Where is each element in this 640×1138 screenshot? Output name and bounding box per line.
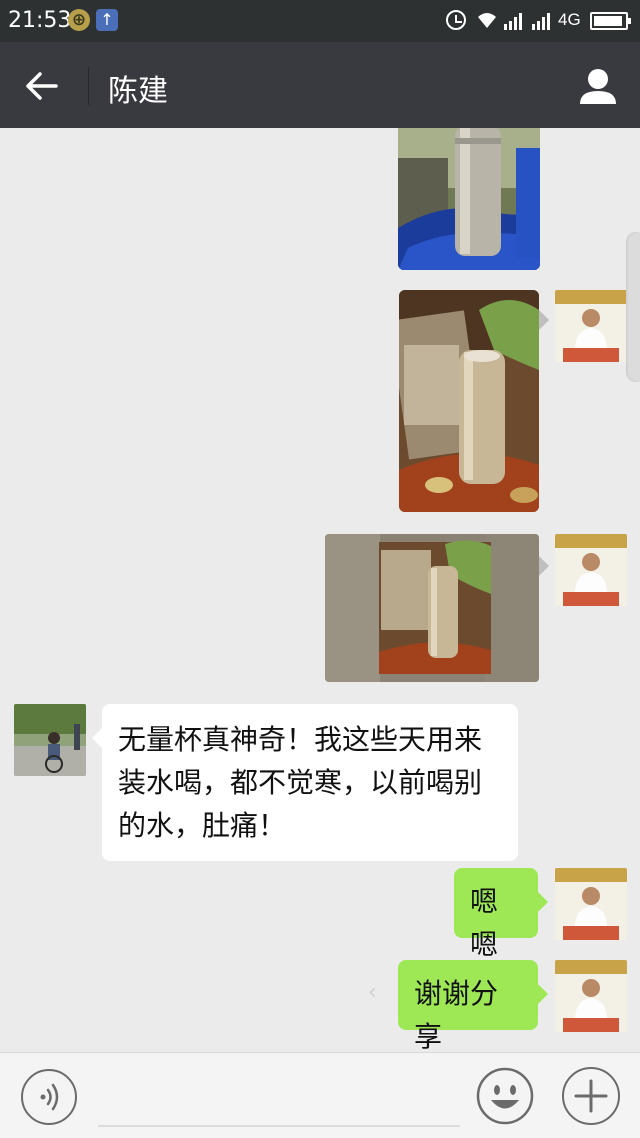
scroll-handle[interactable] (626, 232, 640, 382)
back-arrow-icon (26, 72, 58, 100)
upload-icon: ↑ (96, 9, 118, 31)
plus-icon (574, 1079, 608, 1113)
my-avatar[interactable] (555, 960, 627, 1032)
my-avatar[interactable] (555, 290, 627, 362)
back-button[interactable] (20, 64, 64, 108)
bubble-tail (539, 556, 549, 576)
outgoing-message-bubble[interactable]: 谢谢分享 (398, 960, 548, 1052)
voice-icon (40, 1083, 59, 1111)
header-divider (88, 67, 89, 105)
avatar-photo (555, 290, 627, 362)
thermos-photo (398, 128, 540, 270)
person-icon (580, 69, 616, 104)
voice-button[interactable] (21, 1069, 77, 1125)
emoji-button[interactable] (476, 1067, 534, 1125)
coin-icon: ⊕ (68, 9, 90, 31)
avatar-photo (555, 868, 627, 940)
avatar-photo (555, 960, 627, 1032)
my-avatar[interactable] (555, 868, 627, 940)
my-avatar[interactable] (555, 534, 627, 606)
signal-icon (532, 12, 552, 30)
bubble-tail (539, 310, 549, 330)
incoming-message-bubble[interactable]: 无量杯真神奇！我这些天用来装水喝，都不觉寒，以前喝别的水，肚痛！ (92, 704, 518, 861)
message-text: 嗯嗯 (470, 885, 499, 961)
profile-button[interactable] (574, 62, 622, 110)
thermos-photo (325, 534, 539, 682)
thermos-photo (399, 290, 539, 512)
message-text: 无量杯真神奇！我这些天用来装水喝，都不觉寒，以前喝别的水，肚痛！ (118, 723, 483, 842)
alarm-icon (446, 10, 466, 30)
plus-button[interactable] (562, 1067, 620, 1125)
emoji-icon (476, 1067, 534, 1125)
chevron-left-icon: ‹ (368, 980, 377, 1005)
chat-title: 陈建 (108, 74, 168, 109)
battery-icon (590, 12, 631, 30)
message-input[interactable] (98, 1125, 460, 1127)
chat-header: 陈建 (0, 42, 640, 128)
avatar-photo (14, 704, 86, 776)
message-image[interactable] (398, 128, 540, 270)
network-type-label: 4G (558, 10, 581, 29)
message-text: 谢谢分享 (414, 977, 499, 1052)
input-bar (0, 1052, 640, 1138)
chat-area[interactable]: 无量杯真神奇！我这些天用来装水喝，都不觉寒，以前喝别的水，肚痛！ 嗯嗯 ‹ 谢谢… (0, 128, 640, 1052)
status-bar: 21:53 ⊕ ↑ 4G (0, 0, 640, 42)
wifi-icon (476, 10, 498, 33)
message-image[interactable] (325, 534, 539, 682)
status-time: 21:53 (8, 8, 72, 33)
avatar-photo (555, 534, 627, 606)
outgoing-message-bubble[interactable]: 嗯嗯 (454, 868, 548, 961)
signal-icon (504, 12, 524, 30)
message-image[interactable] (399, 290, 539, 512)
contact-avatar[interactable] (14, 704, 86, 776)
